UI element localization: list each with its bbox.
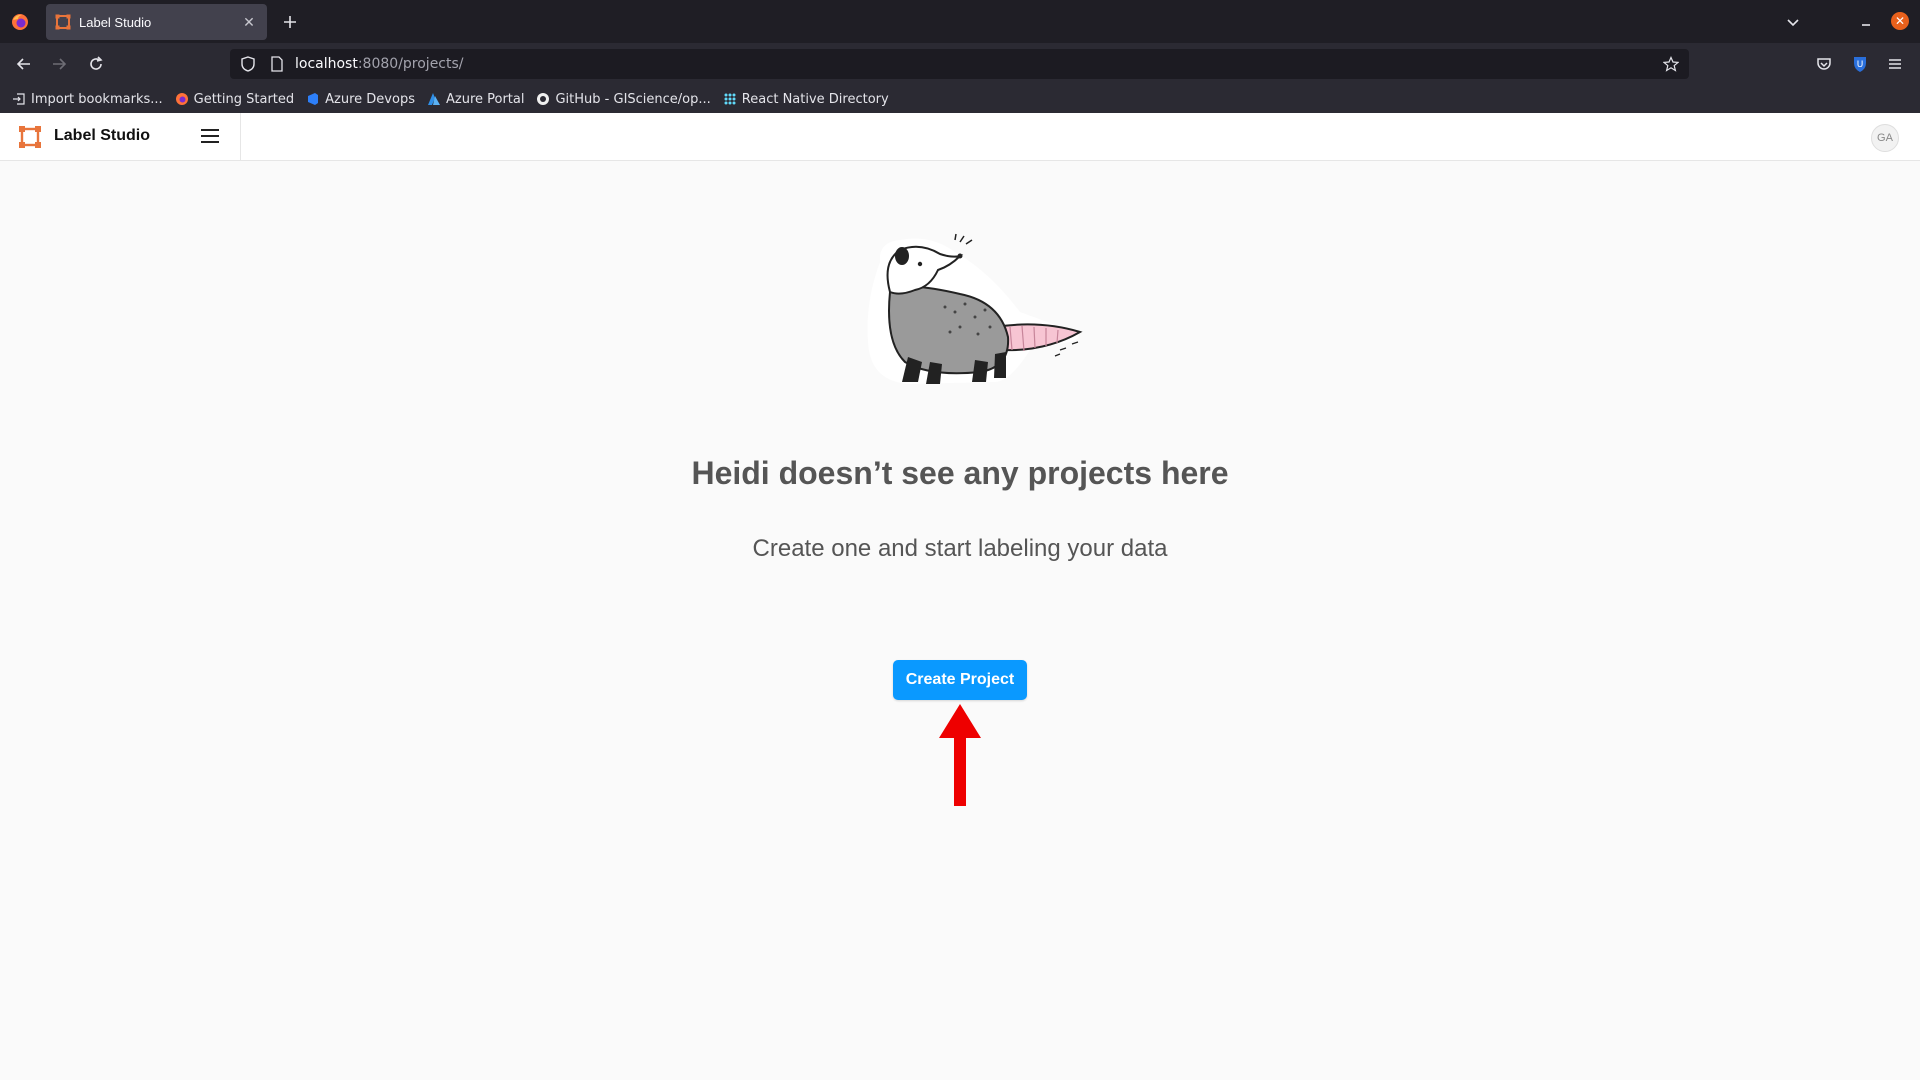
window-close-icon[interactable]: ✕: [1891, 12, 1909, 30]
bookmark-github[interactable]: GitHub - GIScience/op...: [536, 91, 711, 107]
bookmark-label: Import bookmarks...: [31, 91, 163, 107]
active-tab[interactable]: Label Studio ✕: [46, 4, 267, 40]
empty-state-title: Heidi doesn’t see any projects here: [691, 455, 1229, 491]
bookmark-getting-started[interactable]: Getting Started: [175, 91, 295, 107]
bookmark-label: Getting Started: [193, 91, 295, 107]
bookmarks-bar: Import bookmarks... Getting Started Azur…: [0, 85, 1920, 113]
bookmark-azure-devops[interactable]: Azure Devops: [306, 92, 415, 107]
url-host: localhost: [295, 56, 358, 72]
browser-nav-bar: localhost:8080/projects/ U: [0, 43, 1920, 85]
svg-text:U: U: [1857, 60, 1864, 70]
bookmark-star-icon[interactable]: [1663, 56, 1679, 72]
bookmark-label: Azure Portal: [445, 91, 525, 107]
import-icon: [13, 93, 25, 105]
address-bar[interactable]: localhost:8080/projects/: [230, 49, 1689, 79]
forward-icon[interactable]: [49, 54, 69, 74]
tab-close-icon[interactable]: ✕: [241, 14, 257, 30]
shield-icon[interactable]: [240, 56, 256, 72]
back-icon[interactable]: [14, 54, 34, 74]
bookmark-azure-portal[interactable]: Azure Portal: [427, 91, 525, 107]
page-icon[interactable]: [270, 56, 284, 72]
empty-state: Heidi doesn’t see any projects here Crea…: [0, 160, 1920, 1080]
chevron-down-icon[interactable]: [1783, 12, 1803, 32]
opossum-illustration: [867, 233, 1083, 384]
firefox-icon: [175, 93, 188, 105]
bookmark-label: GitHub - GIScience/op...: [555, 91, 711, 107]
azure-devops-icon: [308, 93, 319, 105]
bookmark-react-native[interactable]: React Native Directory: [723, 92, 889, 107]
avatar[interactable]: GA: [1871, 124, 1899, 152]
tab-title: Label Studio: [79, 14, 152, 30]
minimize-icon[interactable]: [1858, 14, 1874, 30]
empty-state-subtitle: Create one and start labeling your data: [752, 535, 1168, 562]
new-tab-icon[interactable]: [280, 12, 300, 32]
red-arrow-annotation: [939, 704, 981, 806]
bookmark-label: Azure Devops: [325, 91, 415, 107]
label-studio-logo-icon[interactable]: [19, 126, 41, 148]
create-project-button[interactable]: Create Project: [893, 660, 1027, 700]
url-path: :8080/projects/: [357, 56, 464, 72]
url-text[interactable]: localhost:8080/projects/: [295, 56, 464, 72]
header-divider: [240, 113, 241, 160]
reload-icon[interactable]: [86, 54, 106, 74]
react-icon: [724, 93, 736, 105]
azure-icon: [427, 93, 440, 105]
app-title[interactable]: Label Studio: [54, 127, 150, 145]
bookmark-label: React Native Directory: [741, 91, 889, 107]
github-icon: [537, 93, 550, 105]
hamburger-menu-icon[interactable]: [1885, 54, 1905, 74]
browser-tab-bar: Label Studio ✕ ✕: [0, 0, 1920, 43]
pocket-icon[interactable]: [1814, 54, 1834, 74]
extension-icon[interactable]: U: [1850, 54, 1870, 74]
bookmark-import[interactable]: Import bookmarks...: [12, 92, 163, 107]
firefox-icon[interactable]: [10, 12, 30, 32]
app-header: Label Studio GA: [0, 113, 1920, 161]
label-studio-favicon: [55, 14, 71, 30]
menu-icon[interactable]: [200, 127, 220, 145]
